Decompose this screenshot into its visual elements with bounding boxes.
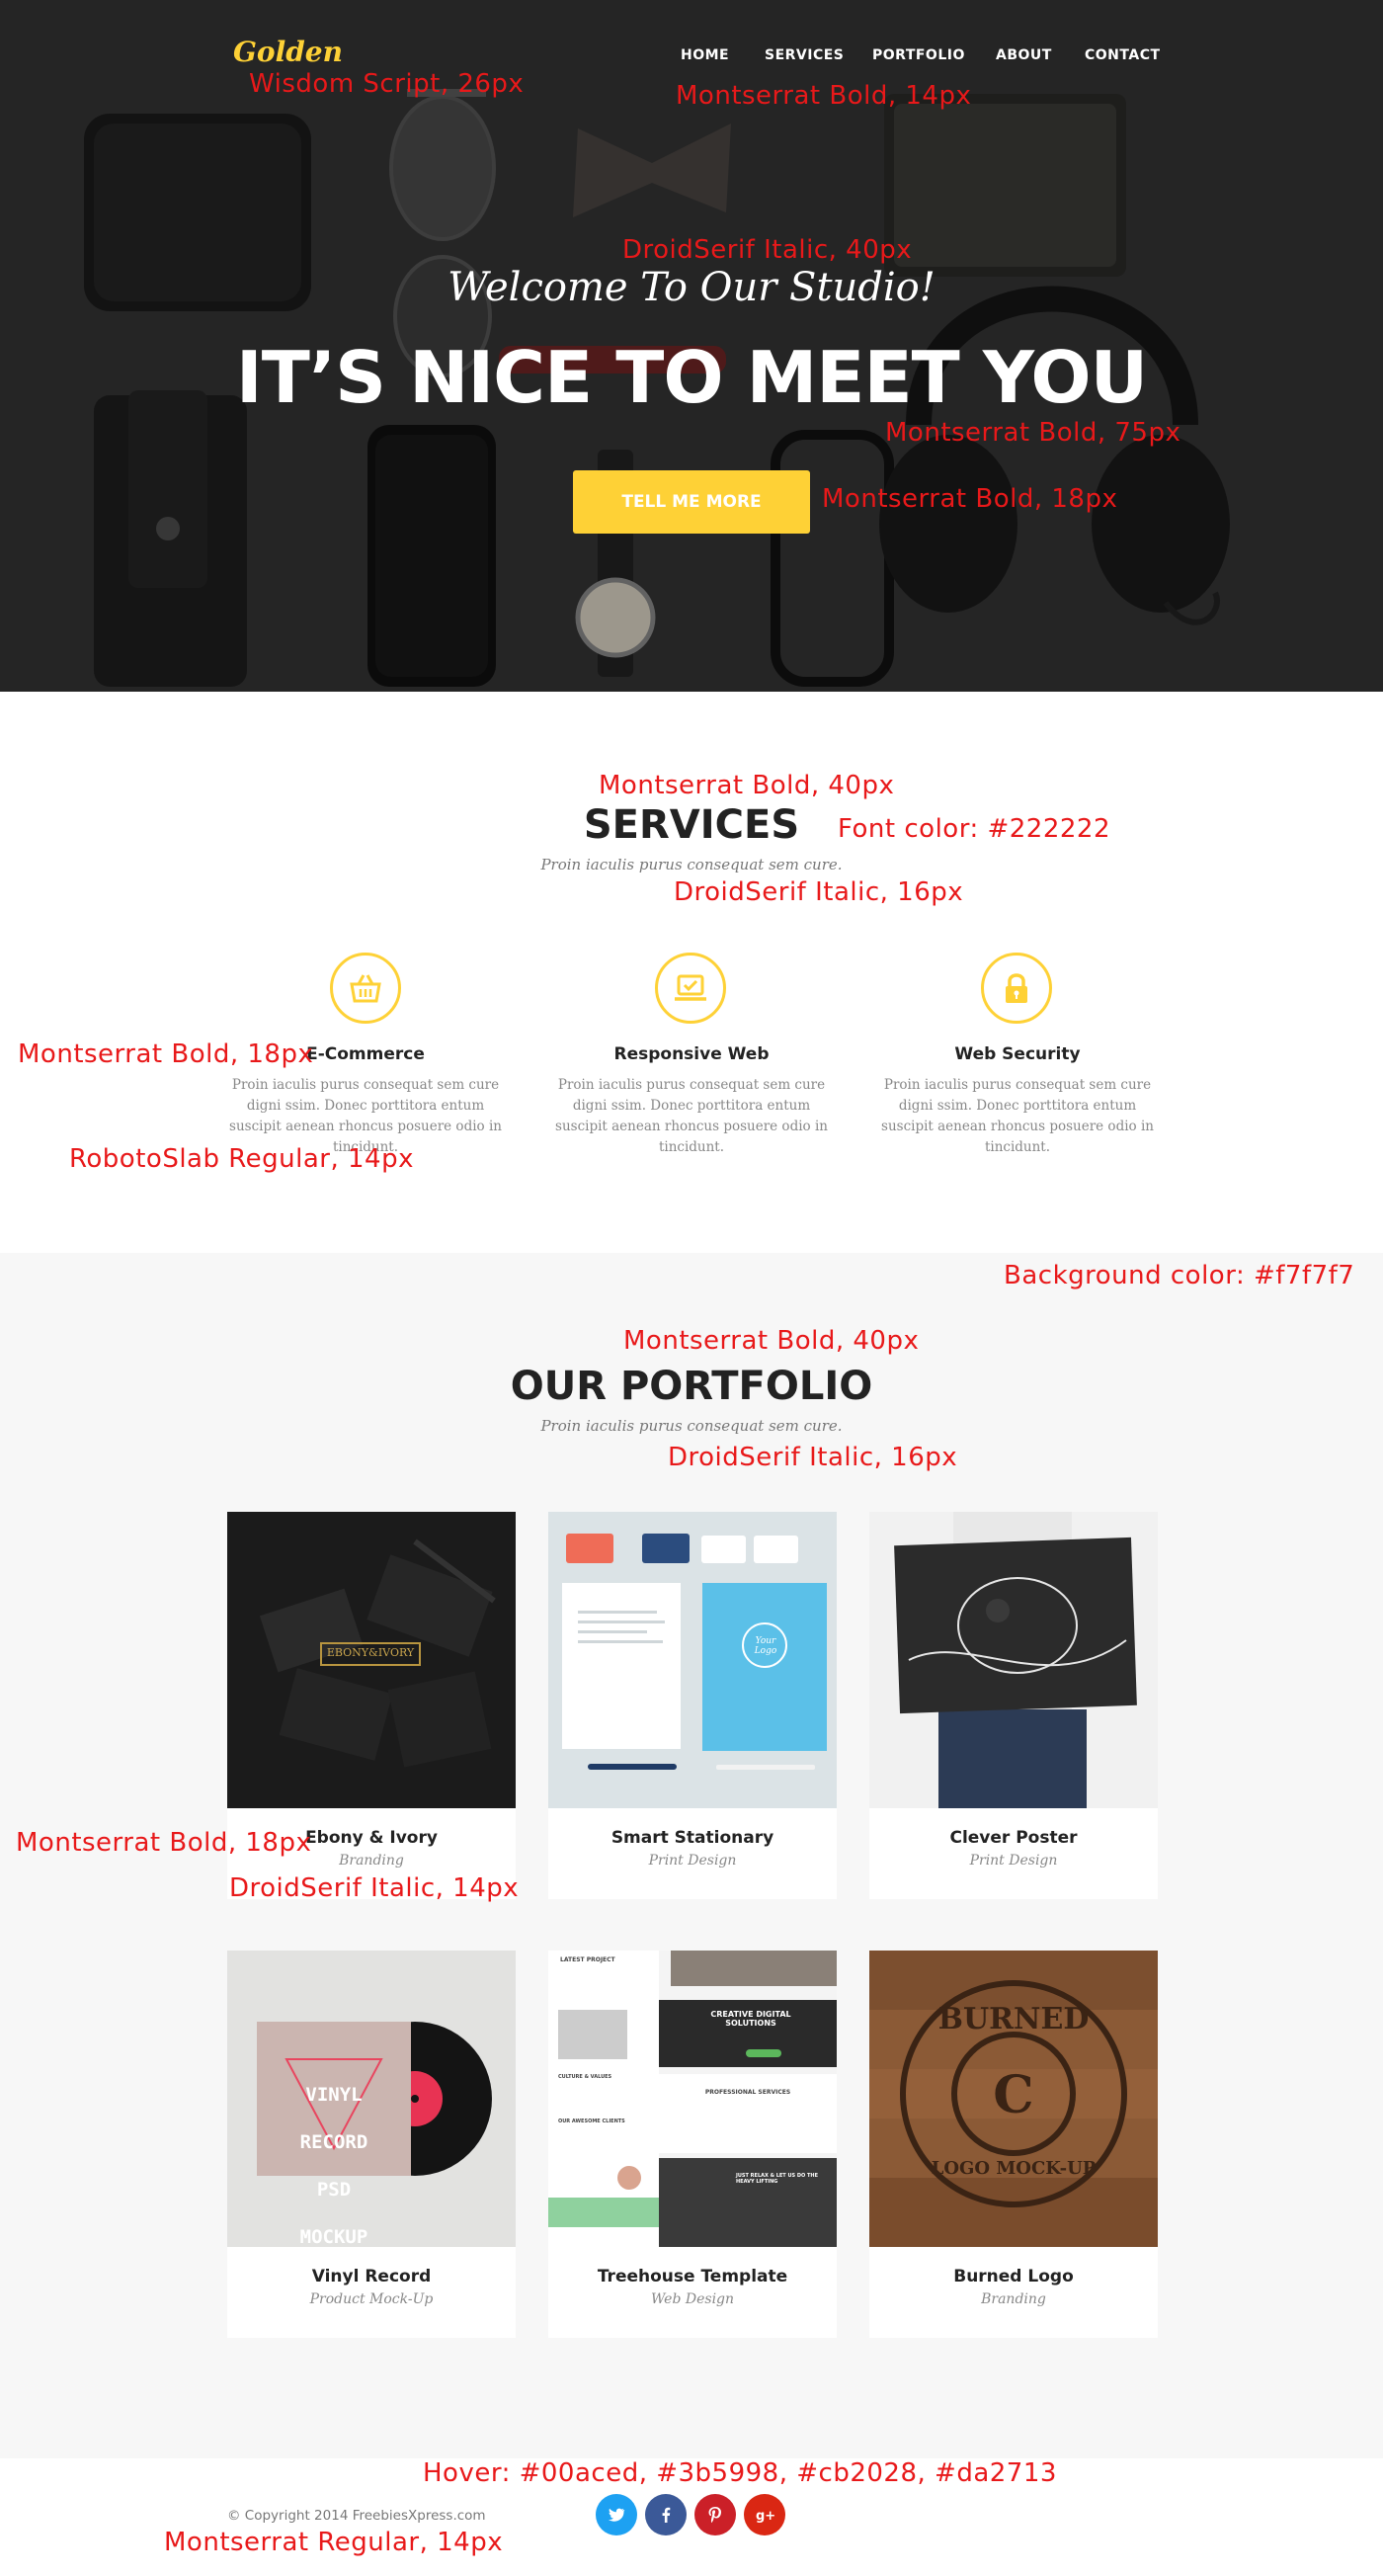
portfolio-title: OUR PORTFOLIO	[510, 1364, 873, 1409]
service-title-security: Web Security	[954, 1044, 1081, 1064]
portfolio-image-burned-logo: BURNED C LOGO MOCK-UP	[869, 1951, 1158, 2247]
burned-logo-bottom-text: LOGO MOCK-UP	[931, 2158, 1097, 2179]
portfolio-item-treehouse-template[interactable]: LATEST PROJECT CREATIVE DIGITAL SOLUTION…	[548, 1951, 837, 2338]
main-nav: HOME SERVICES PORTFOLIO ABOUT CONTACT	[0, 47, 1383, 71]
twitter-button[interactable]	[596, 2494, 637, 2535]
portfolio-image-clever-poster	[869, 1512, 1158, 1808]
shopping-basket-icon	[350, 974, 381, 1003]
ecommerce-icon-circle	[330, 953, 401, 1024]
annotation-service-title-font: Montserrat Bold, 18px	[18, 1039, 314, 1069]
portfolio-category-smart-stationary: Print Design	[648, 1853, 737, 1869]
security-icon-circle	[981, 953, 1052, 1024]
ebony-ivory-logo-text: EBONY&IVORY	[326, 1646, 415, 1659]
treehouse-hero-text: CREATIVE DIGITAL SOLUTIONS	[710, 2010, 791, 2028]
treehouse-culture-text: CULTURE & VALUES	[558, 2074, 612, 2080]
annotation-service-text-font: RobotoSlab Regular, 14px	[69, 1144, 414, 1174]
annotation-services-title-font: Montserrat Bold, 40px	[599, 771, 895, 800]
annotation-welcome-font: DroidSerif Italic, 40px	[622, 235, 913, 265]
service-title-responsive: Responsive Web	[613, 1044, 770, 1064]
nav-home[interactable]: HOME	[681, 47, 729, 63]
your-logo-text: Your Logo	[754, 1636, 777, 1656]
portfolio-item-clever-poster[interactable]: Clever Poster Print Design	[869, 1512, 1158, 1899]
portfolio-item-smart-stationary[interactable]: Your Logo Smart Stationary Print Design	[548, 1512, 837, 1899]
portfolio-image-smart-stationary: Your Logo	[548, 1512, 837, 1808]
portfolio-category-vinyl-record: Product Mock-Up	[309, 2291, 434, 2307]
portfolio-subtitle: Proin iaculis purus consequat sem cure.	[540, 1417, 843, 1435]
portfolio-item-vinyl-record[interactable]: VINYL RECORD PSD MOCKUP Vinyl Record Pro…	[227, 1951, 516, 2338]
annotation-services-subtitle-font: DroidSerif Italic, 16px	[674, 877, 964, 907]
treehouse-relax-text: JUST RELAX & LET US DO THE HEAVY LIFTING	[736, 2173, 818, 2185]
portfolio-category-clever-poster: Print Design	[969, 1853, 1058, 1869]
treehouse-latest-project-text: LATEST PROJECT	[560, 1956, 615, 1963]
tell-me-more-button[interactable]: TELL ME MORE	[573, 470, 810, 534]
annotation-card-title-font: Montserrat Bold, 18px	[16, 1828, 312, 1858]
portfolio-title-treehouse-template: Treehouse Template	[597, 2267, 788, 2286]
hero-headline: IT’S NICE TO MEET YOU	[235, 336, 1148, 419]
services-title: SERVICES	[583, 802, 800, 848]
portfolio-title-clever-poster: Clever Poster	[949, 1828, 1078, 1848]
annotation-cta-font: Montserrat Bold, 18px	[822, 484, 1118, 514]
services-subtitle: Proin iaculis purus consequat sem cure.	[540, 856, 843, 873]
hero-welcome-text: Welcome To Our Studio!	[447, 265, 936, 310]
annotation-portfolio-subtitle-font: DroidSerif Italic, 16px	[668, 1443, 958, 1472]
copyright-text: © Copyright 2014 FreebiesXpress.com	[227, 2508, 486, 2524]
portfolio-title-vinyl-record: Vinyl Record	[311, 2267, 432, 2286]
annotation-services-color: Font color: #222222	[838, 814, 1110, 844]
portfolio-item-burned-logo[interactable]: BURNED C LOGO MOCK-UP Burned Logo Brandi…	[869, 1951, 1158, 2338]
service-text-responsive: Proin iaculis purus consequat sem cure d…	[555, 1077, 828, 1155]
pinterest-icon	[708, 2507, 721, 2524]
portfolio-image-ebony-ivory: EBONY&IVORY	[227, 1512, 516, 1808]
nav-about[interactable]: ABOUT	[996, 47, 1052, 63]
portfolio-image-treehouse-template: LATEST PROJECT CREATIVE DIGITAL SOLUTION…	[548, 1951, 837, 2247]
pinterest-button[interactable]	[694, 2494, 736, 2535]
lock-icon	[1006, 973, 1027, 1003]
annotation-footer-font: Montserrat Regular, 14px	[164, 2528, 504, 2557]
facebook-icon	[662, 2507, 671, 2523]
nav-services[interactable]: SERVICES	[765, 47, 844, 63]
treehouse-services-text: PROFESSIONAL SERVICES	[704, 2089, 791, 2096]
annotation-logo-font: Wisdom Script, 26px	[249, 69, 525, 99]
treehouse-clients-text: OUR AWESOME CLIENTS	[558, 2119, 625, 2124]
svg-text:g+: g+	[756, 2509, 774, 2524]
burned-logo-top-text: BURNED	[937, 2002, 1090, 2036]
portfolio-image-vinyl-record: VINYL RECORD PSD MOCKUP	[227, 1951, 516, 2247]
portfolio-category-treehouse-template: Web Design	[650, 2291, 735, 2307]
annotation-nav-font: Montserrat Bold, 14px	[676, 81, 972, 111]
annotation-hover-colors: Hover: #00aced, #3b5998, #cb2028, #da271…	[423, 2458, 1057, 2488]
annotation-headline-font: Montserrat Bold, 75px	[885, 418, 1181, 448]
nav-portfolio[interactable]: PORTFOLIO	[872, 47, 965, 63]
facebook-button[interactable]	[645, 2494, 687, 2535]
laptop-check-icon	[675, 974, 706, 1001]
twitter-icon	[609, 2508, 625, 2522]
annotation-card-category-font: DroidSerif Italic, 14px	[229, 1873, 520, 1903]
burned-logo-center-text: C	[993, 2065, 1034, 2125]
portfolio-category-burned-logo: Branding	[981, 2291, 1046, 2307]
service-text-security: Proin iaculis purus consequat sem cure d…	[881, 1077, 1154, 1155]
google-plus-button[interactable]: g+	[744, 2494, 785, 2535]
portfolio-title-burned-logo: Burned Logo	[953, 2267, 1074, 2286]
nav-contact[interactable]: CONTACT	[1085, 47, 1161, 63]
annotation-portfolio-bg: Background color: #f7f7f7	[1004, 1261, 1355, 1290]
annotation-portfolio-title-font: Montserrat Bold, 40px	[623, 1326, 920, 1356]
responsive-icon-circle	[655, 953, 726, 1024]
vinyl-mockup-text: VINYL RECORD PSD MOCKUP	[299, 2084, 368, 2247]
portfolio-title-smart-stationary: Smart Stationary	[610, 1828, 774, 1848]
google-plus-icon: g+	[756, 2509, 774, 2524]
